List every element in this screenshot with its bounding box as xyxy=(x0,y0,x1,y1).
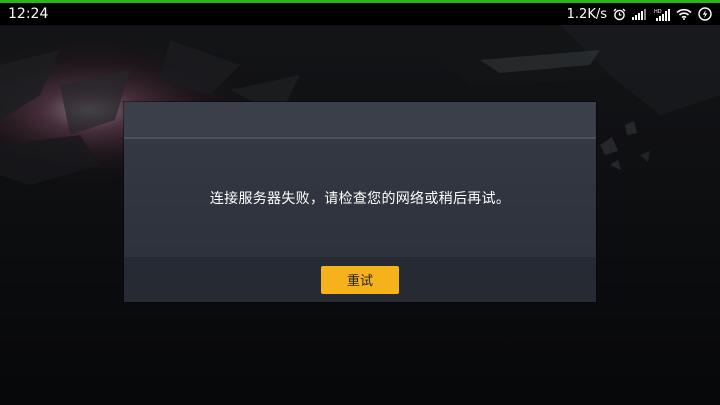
status-time: 12:24 xyxy=(8,6,49,22)
hd-signal-icon: HD xyxy=(654,8,670,21)
error-dialog: 连接服务器失败，请检查您的网络或稍后再试。 重试 xyxy=(124,102,596,302)
dialog-body: 连接服务器失败，请检查您的网络或稍后再试。 xyxy=(124,139,596,257)
battery-charging-icon xyxy=(698,7,712,21)
signal-icon xyxy=(632,8,648,20)
dialog-footer: 重试 xyxy=(124,257,596,302)
dialog-header xyxy=(124,102,596,137)
wifi-icon xyxy=(676,8,692,20)
alarm-icon xyxy=(613,8,626,21)
error-message: 连接服务器失败，请检查您的网络或稍后再试。 xyxy=(209,191,511,207)
status-bar: 12:24 1.2K/s HD xyxy=(0,3,720,25)
retry-button[interactable]: 重试 xyxy=(321,265,399,294)
svg-text:HD: HD xyxy=(654,9,662,15)
net-speed: 1.2K/s xyxy=(566,6,607,22)
